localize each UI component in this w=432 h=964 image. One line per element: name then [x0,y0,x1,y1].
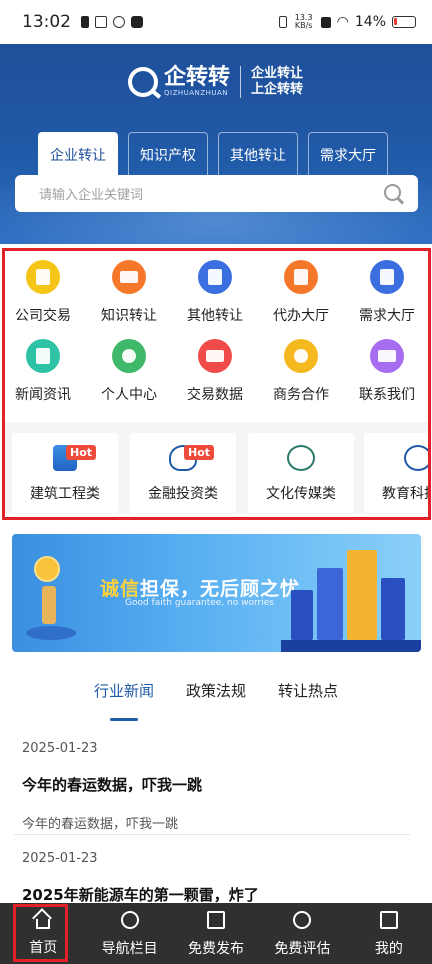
nav-label: 免费评估 [274,941,331,957]
nav-label: 免费发布 [188,941,245,957]
news-divider [14,834,410,835]
coin-icon [34,556,60,582]
tab-enterprise-transfer[interactable]: 企业转让 [38,132,118,176]
logo-divider [240,66,242,98]
status-time: 13:02 [22,12,71,32]
data-off-icon [320,16,331,28]
evaluate-icon [293,911,312,929]
brand-logo: 企转转 QIZHUANZHUAN 企业转让 上企转转 [128,66,303,98]
highlight-frame-home [13,904,68,962]
slogan-line1: 企业转让 [251,66,304,81]
wifi-icon: ◠ [336,14,349,30]
nav-label: 导航栏目 [101,941,158,957]
sim-icon [81,16,89,28]
calendar-icon [95,16,107,28]
tab-policy[interactable]: 政策法规 [186,680,246,713]
nav-label: 我的 [374,941,403,957]
news-date: 2025-01-23 [22,851,98,866]
network-speed: 13.3 KB/s [294,13,313,30]
sync-icon [113,16,125,28]
menu-icon [120,911,139,929]
nav-free-evaluate[interactable]: 免费评估 [259,903,345,964]
status-bar: 13:02 13.3 KB/s ◠ 14% [0,0,432,44]
figure-illustration [42,586,56,624]
tab-industry-news[interactable]: 行业新闻 [94,680,154,721]
logo-icon [128,67,158,97]
tab-intellectual-property[interactable]: 知识产权 [128,132,208,176]
battery-icon [392,16,416,28]
search-input[interactable]: 请输入企业关键词 [39,184,384,203]
hero-header: 企转转 QIZHUANZHUAN 企业转让 上企转转 企业转让 知识产权 其他转… [0,44,432,244]
banner-title: 诚信担保，无后顾之忧 [100,578,301,600]
profile-icon [379,911,398,929]
news-tabs: 行业新闻 政策法规 转让热点 [0,680,432,721]
tab-transfer-hotspots[interactable]: 转让热点 [278,680,338,713]
vibrate-icon [278,16,287,28]
news-date: 2025-01-23 [22,741,98,756]
notification-icons [81,16,143,28]
search-bar[interactable]: 请输入企业关键词 [15,175,418,212]
city-illustration [281,542,421,652]
hero-tabs: 企业转让 知识产权 其他转让 需求大厅 [38,132,388,176]
platform-illustration [26,626,76,640]
highlight-frame [2,248,431,520]
news-summary: 今年的春运数据，吓我一跳 [22,817,179,832]
news-title[interactable]: 2025年新能源车的第一颗雷，炸了 [22,884,412,905]
tab-other-transfer[interactable]: 其他转让 [218,132,298,176]
status-right: 13.3 KB/s ◠ 14% [278,13,416,30]
battery-percent: 14% [354,14,386,30]
edit-icon [207,911,226,929]
nav-mine[interactable]: 我的 [346,903,432,964]
search-icon[interactable] [384,183,404,204]
news-item[interactable]: 2025-01-23 今年的春运数据，吓我一跳 今年的春运数据，吓我一跳 [22,741,412,832]
brand-name: 企转转 [164,65,231,90]
promo-banner[interactable]: 诚信担保，无后顾之忧 Good faith guarantee, no worr… [12,534,421,652]
nav-navigation[interactable]: 导航栏目 [86,903,172,964]
nav-free-publish[interactable]: 免费发布 [173,903,259,964]
tiktok-icon [131,16,143,28]
slogan-line2: 上企转转 [251,82,304,97]
tab-demand-hall[interactable]: 需求大厅 [308,132,388,176]
news-item[interactable]: 2025-01-23 2025年新能源车的第一颗雷，炸了 [22,851,412,905]
news-title[interactable]: 今年的春运数据，吓我一跳 [22,774,412,795]
banner-subtitle: Good faith guarantee, no worries [125,598,274,608]
brand-pinyin: QIZHUANZHUAN [164,89,228,97]
